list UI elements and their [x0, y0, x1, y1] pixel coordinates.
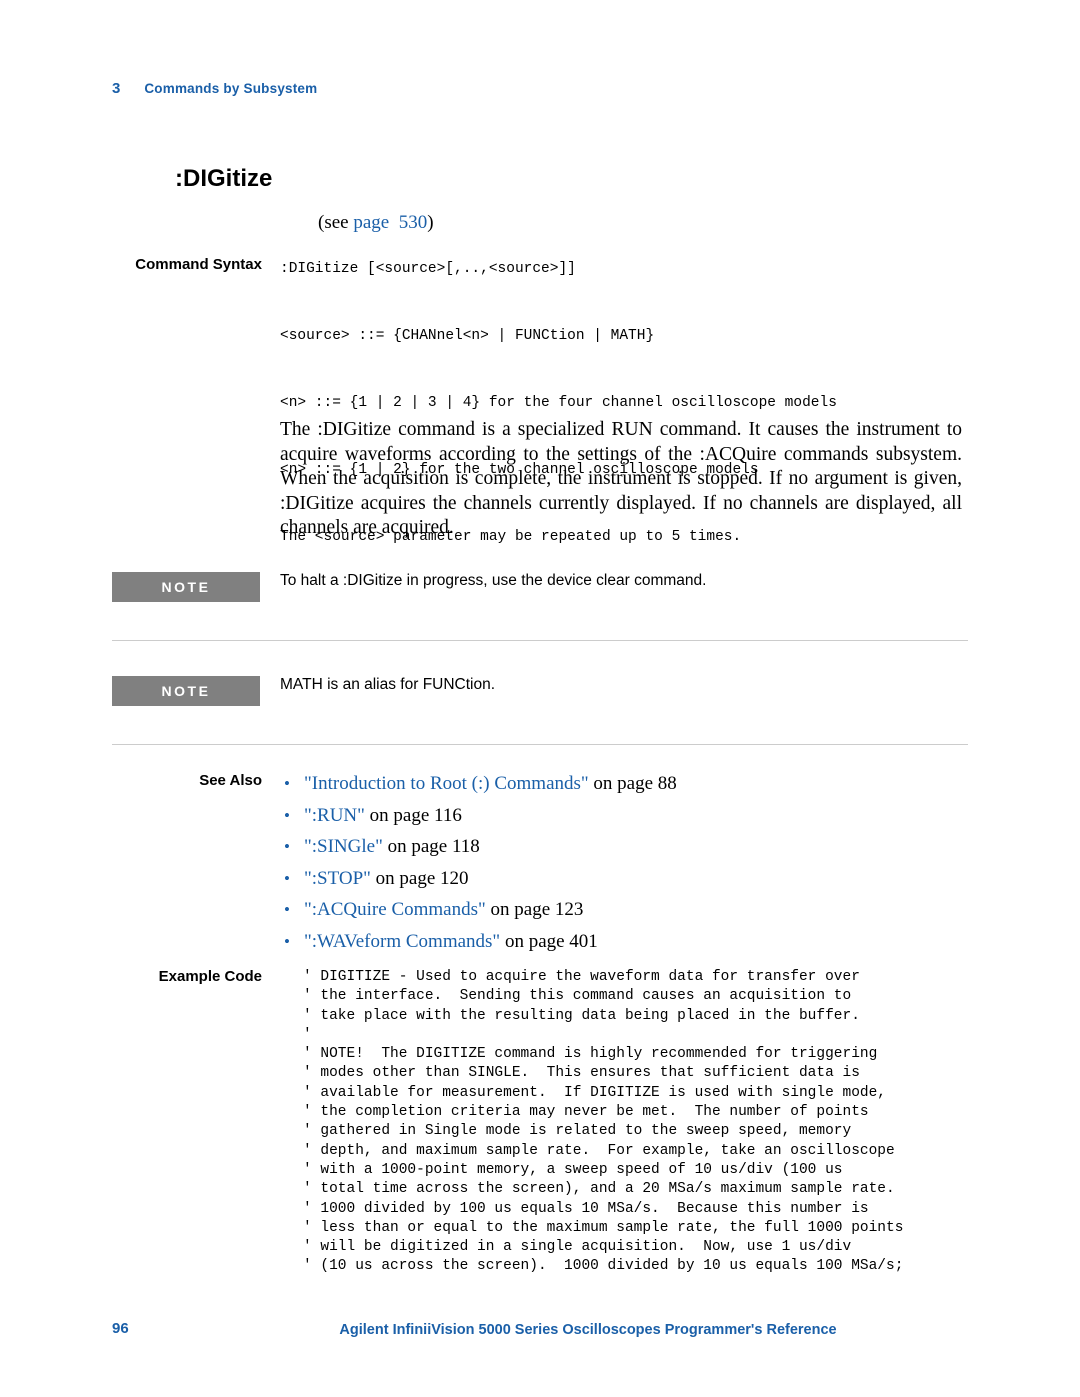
note-badge-2: NOTE	[112, 676, 260, 706]
see-also-link[interactable]: ":SINGle"	[304, 836, 383, 857]
note-text-1: To halt a :DIGitize in progress, use the…	[280, 572, 707, 589]
see-also-link[interactable]: ":ACQuire Commands"	[304, 899, 486, 920]
example-code-block: ' DIGITIZE - Used to acquire the wavefor…	[303, 969, 904, 1275]
see-page-number[interactable]: 530	[399, 212, 428, 233]
page-header: 3 Commands by Subsystem	[112, 80, 317, 97]
divider-2	[112, 744, 968, 745]
chapter-title: Commands by Subsystem	[144, 81, 318, 96]
document-page: 3 Commands by Subsystem :DIGitize (see p…	[0, 0, 1080, 1397]
list-item[interactable]: ":ACQuire Commands" on page 123	[282, 894, 972, 926]
divider-1	[112, 640, 968, 641]
see-also-tail: on page 118	[382, 836, 480, 857]
description-paragraph: The :DIGitize command is a specialized R…	[280, 418, 962, 541]
note-badge-1: NOTE	[112, 572, 260, 602]
footer-title: Agilent InfiniiVision 5000 Series Oscill…	[339, 1322, 837, 1338]
see-also-label: See Also	[199, 772, 262, 789]
note-text-2: MATH is an alias for FUNCtion.	[280, 676, 496, 693]
description-text: The :DIGitize command is a specialized R…	[280, 419, 962, 538]
see-page-prefix: (see	[318, 212, 354, 233]
page-title: :DIGitize	[175, 165, 273, 192]
example-code-label: Example Code	[158, 968, 262, 985]
list-item[interactable]: ":RUN" on page 116	[282, 800, 972, 832]
see-also-link[interactable]: ":STOP"	[304, 868, 371, 889]
see-also-link[interactable]: "Introduction to Root (:) Commands"	[304, 773, 589, 794]
see-also-tail: on page 401	[500, 930, 598, 952]
see-also-tail: on page 123	[485, 899, 584, 920]
see-also-tail: on page 116	[364, 804, 462, 826]
see-also-link[interactable]: ":WAVeform Commands"	[304, 931, 500, 952]
list-item[interactable]: "Introduction to Root (:) Commands" on p…	[282, 768, 972, 800]
see-also-link[interactable]: ":RUN"	[304, 805, 365, 826]
see-also-tail: on page 120	[370, 867, 469, 889]
command-syntax-label: Command Syntax	[135, 256, 262, 273]
list-item[interactable]: ":SINGle" on page 118	[282, 831, 972, 863]
see-also-list: "Introduction to Root (:) Commands" on p…	[282, 768, 972, 957]
see-page-link[interactable]: page	[353, 212, 389, 233]
see-page-suffix: )	[427, 212, 434, 233]
list-item[interactable]: ":WAVeform Commands" on page 401	[282, 926, 972, 958]
see-also-tail: on page 88	[588, 773, 677, 794]
see-page-reference: (see page 530)	[318, 212, 434, 234]
list-item[interactable]: ":STOP" on page 120	[282, 863, 972, 895]
chapter-number: 3	[112, 80, 121, 97]
